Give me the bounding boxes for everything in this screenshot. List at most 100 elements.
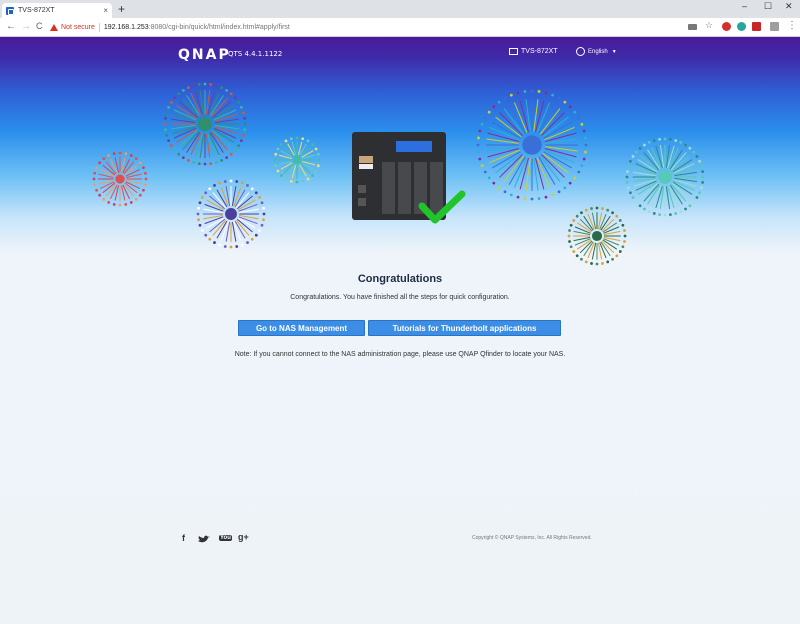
firework-spark: [577, 116, 581, 120]
firework-spark: [134, 197, 138, 201]
tab-close-icon[interactable]: ×: [103, 6, 108, 15]
firework-spark: [273, 158, 277, 162]
firework-spark: [701, 170, 705, 173]
firework-spark: [483, 116, 487, 120]
firework-spark: [274, 164, 278, 168]
forward-button[interactable]: →: [21, 21, 31, 32]
firework-spark: [246, 184, 249, 187]
qfinder-note: Note: If you cannot connect to the NAS a…: [234, 351, 566, 358]
back-button[interactable]: ←: [6, 21, 16, 32]
firework-spark: [684, 207, 687, 211]
thunderbolt-tutorials-button[interactable]: Tutorials for Thunderbolt applications: [368, 320, 561, 336]
firework-spark: [246, 241, 249, 244]
facebook-icon[interactable]: f: [182, 533, 185, 543]
firework-spark: [169, 100, 173, 104]
firework-rays: [163, 82, 247, 166]
extension-icon[interactable]: [737, 22, 746, 31]
firework-spark: [164, 116, 167, 120]
firework-spark: [95, 166, 98, 170]
browser-tab[interactable]: TVS-872XT ×: [2, 3, 112, 18]
firework-spark: [204, 191, 208, 195]
firework-spark: [701, 181, 705, 184]
firework-spark: [634, 150, 638, 154]
nas-drive-bay: [398, 162, 411, 214]
firework-icon: [92, 151, 148, 207]
firework-spark: [262, 206, 265, 210]
firework-spark: [537, 197, 541, 200]
youtube-icon[interactable]: You: [219, 535, 232, 541]
firework-spark: [314, 169, 318, 173]
extension-icon[interactable]: [770, 22, 779, 31]
firework-spark: [213, 184, 216, 187]
firework-spark: [584, 150, 587, 154]
browser-toolbar: ← → C Not secure 192.168.1.253 :8080/cgi…: [0, 18, 800, 37]
firework-spark: [192, 84, 196, 88]
firework-spark: [629, 191, 632, 195]
firework-spark: [93, 171, 97, 175]
firework-rays: [273, 136, 321, 184]
firework-ray: [499, 112, 523, 136]
firework-spark: [129, 154, 133, 157]
new-tab-button[interactable]: +: [118, 2, 125, 16]
firework-spark: [663, 213, 667, 217]
firework-spark: [239, 139, 243, 143]
firework-spark: [164, 128, 167, 132]
firework-spark: [129, 201, 133, 204]
firework-spark: [497, 100, 501, 104]
google-plus-icon[interactable]: g+: [238, 532, 249, 542]
firework-spark: [480, 164, 484, 168]
firework-spark: [623, 240, 626, 243]
browser-menu-icon[interactable]: ⋮: [787, 20, 797, 31]
model-name: TVS-872XT: [521, 48, 558, 55]
firework-spark: [225, 88, 229, 92]
language-selector[interactable]: English ▼: [576, 47, 617, 56]
maximize-button[interactable]: ☐: [764, 1, 772, 12]
firework-spark: [225, 156, 229, 160]
opera-extension-icon[interactable]: [722, 22, 731, 31]
address-bar[interactable]: Not secure 192.168.1.253 :8080/cgi-bin/q…: [50, 20, 700, 35]
firework-spark: [615, 254, 619, 258]
firework-spark: [177, 92, 181, 96]
firework-spark: [237, 100, 241, 104]
firework-spark: [647, 210, 651, 213]
browser-tab-bar: TVS-872XT × + – ☐ ✕: [0, 0, 800, 18]
firework-spark: [239, 105, 243, 109]
firework-spark: [688, 204, 692, 208]
go-to-nas-management-button[interactable]: Go to NAS Management: [238, 320, 365, 336]
firework-spark: [611, 211, 614, 215]
firework-spark: [618, 219, 622, 222]
firework-spark: [229, 92, 233, 96]
firmware-version: QTS 4.4.1.1122: [228, 50, 283, 58]
firework-spark: [601, 207, 604, 210]
firework-spark: [590, 207, 593, 210]
firework-spark: [197, 162, 201, 165]
key-icon[interactable]: [688, 24, 697, 30]
close-window-button[interactable]: ✕: [785, 1, 793, 12]
firework-spark: [627, 164, 630, 168]
reload-button[interactable]: C: [36, 21, 43, 31]
firework-spark: [276, 147, 280, 151]
firework-spark: [577, 170, 581, 174]
star-icon[interactable]: ☆: [705, 20, 714, 30]
minimize-button[interactable]: –: [742, 1, 747, 11]
firework-icon: [196, 179, 266, 249]
firework-spark: [241, 111, 245, 115]
firework-spark: [311, 174, 314, 177]
firework-spark: [311, 143, 314, 146]
firework-spark: [606, 260, 610, 264]
firework-spark: [700, 164, 703, 168]
firework-spark: [214, 160, 218, 164]
pdf-extension-icon[interactable]: [752, 22, 761, 31]
twitter-icon[interactable]: [198, 535, 210, 544]
firework-spark: [544, 91, 548, 95]
firework-spark: [606, 208, 610, 212]
security-label[interactable]: Not secure: [61, 24, 95, 31]
firework-spark: [220, 158, 224, 162]
firework-spark: [625, 175, 629, 179]
firework-spark: [203, 162, 207, 166]
firework-spark: [112, 202, 116, 206]
firework-spark: [284, 139, 288, 143]
firework-spark: [112, 152, 116, 156]
firework-icon: [476, 89, 588, 201]
firework-spark: [568, 240, 571, 243]
